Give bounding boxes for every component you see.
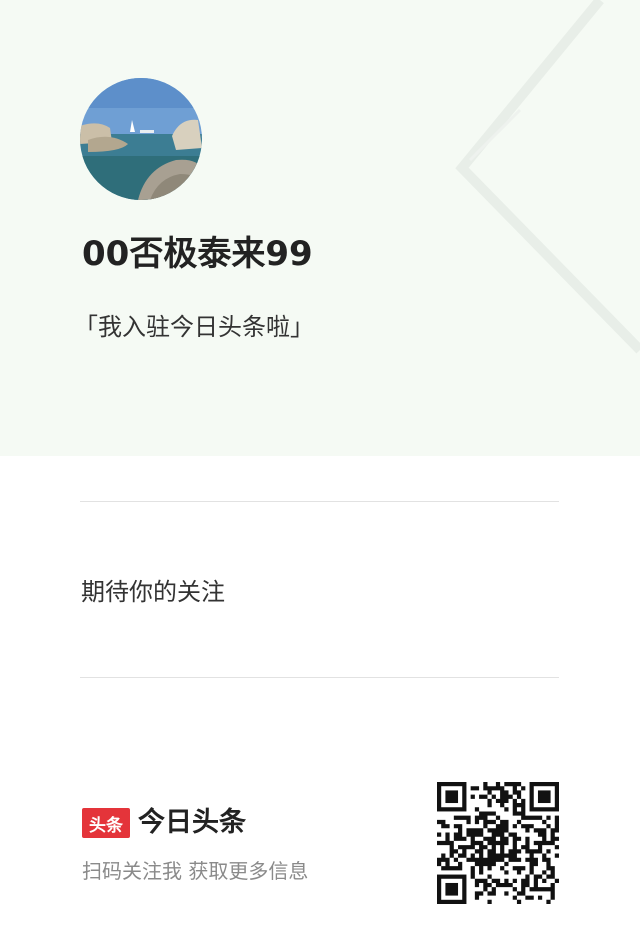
decorative-lines: [455, 0, 640, 354]
divider-bottom: [80, 677, 559, 678]
qr-finder-pattern: [437, 874, 467, 904]
qr-code-icon[interactable]: [437, 782, 559, 904]
user-bio: 「我入驻今日头条啦」: [74, 313, 314, 341]
profile-card-header: 00否极泰来99 「我入驻今日头条啦」: [0, 0, 640, 456]
brand-name: 今日头条: [138, 807, 246, 838]
follow-message: 期待你的关注: [81, 578, 225, 606]
toutiao-logo-icon: 头条: [82, 808, 130, 838]
qr-finder-pattern: [437, 782, 467, 812]
qr-finder-pattern: [529, 782, 559, 812]
avatar-image: [80, 78, 202, 200]
brand-row: 头条 今日头条: [82, 805, 246, 841]
divider-top: [80, 501, 559, 502]
username: 00否极泰来99: [82, 234, 313, 274]
qr-code-graphic: [437, 782, 559, 904]
avatar[interactable]: [80, 78, 202, 200]
scan-hint: 扫码关注我 获取更多信息: [82, 859, 309, 883]
